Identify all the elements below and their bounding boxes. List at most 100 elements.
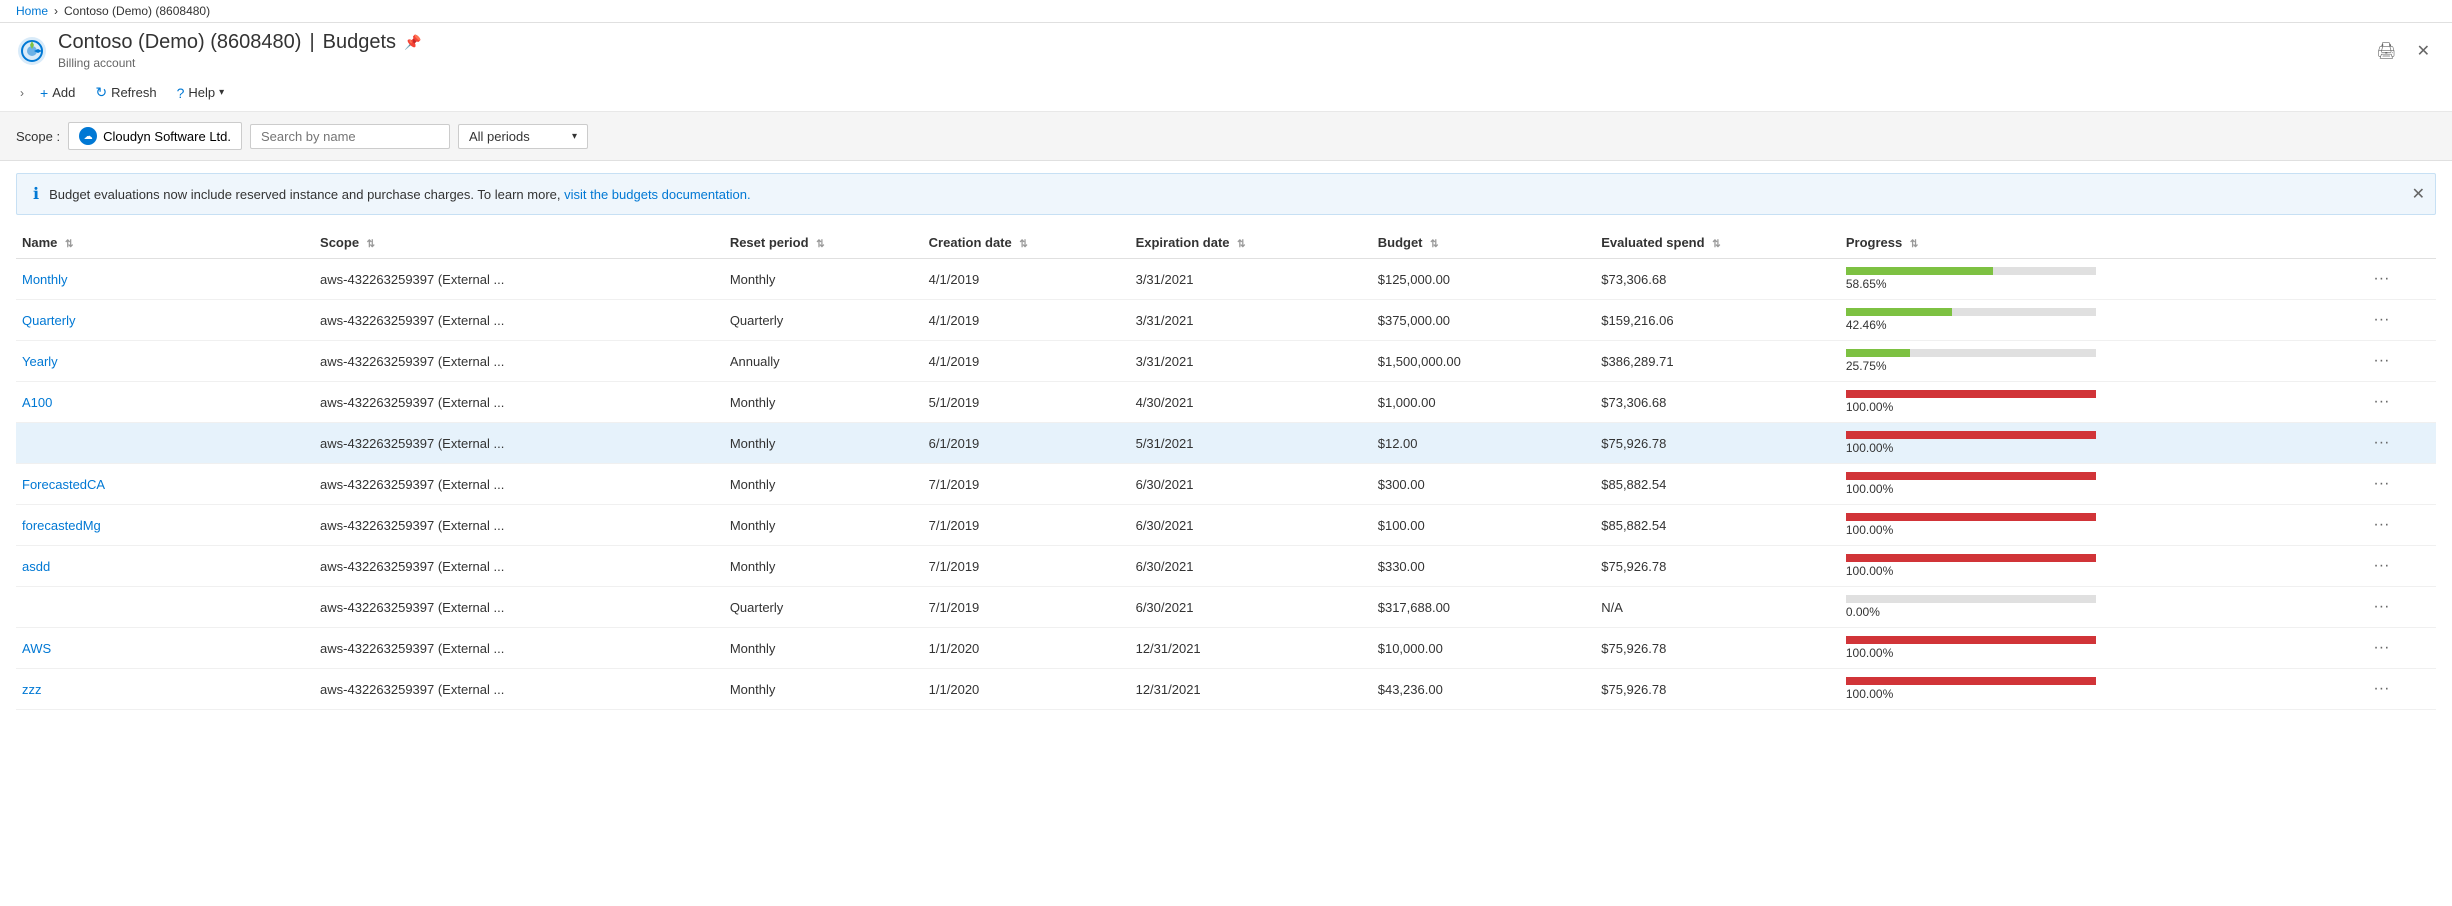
table-row[interactable]: zzz aws-432263259397 (External ... Month… (16, 669, 2436, 710)
table-row[interactable]: aws-432263259397 (External ... Monthly 6… (16, 423, 2436, 464)
cell-progress: 100.00% (1840, 669, 2362, 710)
scope-icon: ☁ (79, 127, 97, 145)
cell-creation: 6/1/2019 (923, 423, 1130, 464)
header-subtitle: Billing account (58, 56, 2370, 70)
col-header-scope[interactable]: Scope ⇅ (314, 227, 724, 259)
table-row[interactable]: forecastedMg aws-432263259397 (External … (16, 505, 2436, 546)
cell-progress: 100.00% (1840, 505, 2362, 546)
col-header-budget[interactable]: Budget ⇅ (1372, 227, 1596, 259)
budget-name-link[interactable]: asdd (22, 559, 50, 574)
more-options-button[interactable]: ··· (2367, 309, 2395, 331)
cell-expiry: 12/31/2021 (1130, 628, 1372, 669)
cell-actions: ··· (2361, 423, 2436, 464)
cell-progress: 100.00% (1840, 628, 2362, 669)
cell-creation: 5/1/2019 (923, 382, 1130, 423)
search-input[interactable] (250, 124, 450, 149)
col-header-expiry[interactable]: Expiration date ⇅ (1130, 227, 1372, 259)
table-row[interactable]: asdd aws-432263259397 (External ... Mont… (16, 546, 2436, 587)
cell-budget: $10,000.00 (1372, 628, 1596, 669)
filters-bar: Scope : ☁ Cloudyn Software Ltd. All peri… (0, 112, 2452, 161)
more-options-button[interactable]: ··· (2367, 473, 2395, 495)
scope-selector[interactable]: ☁ Cloudyn Software Ltd. (68, 122, 242, 150)
info-close-button[interactable]: ✕ (2412, 184, 2425, 204)
more-options-button[interactable]: ··· (2367, 555, 2395, 577)
pin-icon[interactable]: 📌 (404, 34, 421, 51)
cell-budget: $1,500,000.00 (1372, 341, 1596, 382)
collapse-button[interactable]: › (16, 82, 28, 104)
table-row[interactable]: Yearly aws-432263259397 (External ... An… (16, 341, 2436, 382)
cell-name: A100 (16, 382, 314, 423)
budget-name-link[interactable]: AWS (22, 641, 51, 656)
cell-scope: aws-432263259397 (External ... (314, 300, 724, 341)
period-dropdown[interactable]: All periods ▾ (458, 124, 588, 149)
cell-evaluated: $85,882.54 (1595, 505, 1840, 546)
progress-bar (1846, 431, 2096, 439)
refresh-icon: ↻ (95, 84, 107, 101)
cell-budget: $1,000.00 (1372, 382, 1596, 423)
more-options-button[interactable]: ··· (2367, 514, 2395, 536)
window-controls: 🖨 ✕ (2370, 37, 2436, 65)
budget-name-link[interactable]: ForecastedCA (22, 477, 105, 492)
cell-reset: Annually (724, 341, 923, 382)
budget-name-link[interactable]: Monthly (22, 272, 68, 287)
cell-actions: ··· (2361, 669, 2436, 710)
progress-label: 25.75% (1846, 359, 2356, 373)
budget-name-link[interactable]: Yearly (22, 354, 58, 369)
progress-cell: 100.00% (1846, 390, 2356, 414)
table-row[interactable]: aws-432263259397 (External ... Quarterly… (16, 587, 2436, 628)
more-options-button[interactable]: ··· (2367, 268, 2395, 290)
progress-label: 100.00% (1846, 441, 2356, 455)
cell-evaluated: $159,216.06 (1595, 300, 1840, 341)
progress-cell: 100.00% (1846, 636, 2356, 660)
cell-progress: 100.00% (1840, 423, 2362, 464)
col-header-creation[interactable]: Creation date ⇅ (923, 227, 1130, 259)
progress-cell: 58.65% (1846, 267, 2356, 291)
cell-scope: aws-432263259397 (External ... (314, 423, 724, 464)
print-button[interactable]: 🖨 (2370, 37, 2402, 65)
cell-name: zzz (16, 669, 314, 710)
cell-budget: $125,000.00 (1372, 259, 1596, 300)
progress-bar-container (1846, 513, 2096, 521)
budget-name-link[interactable]: forecastedMg (22, 518, 101, 533)
help-button[interactable]: ? Help ▾ (169, 81, 233, 105)
col-header-reset[interactable]: Reset period ⇅ (724, 227, 923, 259)
help-chevron-icon: ▾ (219, 87, 224, 98)
cell-creation: 7/1/2019 (923, 587, 1130, 628)
col-header-evaluated[interactable]: Evaluated spend ⇅ (1595, 227, 1840, 259)
table-row[interactable]: A100 aws-432263259397 (External ... Mont… (16, 382, 2436, 423)
breadcrumb-home[interactable]: Home (16, 4, 48, 18)
info-link[interactable]: visit the budgets documentation. (564, 187, 750, 202)
close-button[interactable]: ✕ (2411, 37, 2436, 65)
cell-name: AWS (16, 628, 314, 669)
more-options-button[interactable]: ··· (2367, 391, 2395, 413)
add-button[interactable]: + Add (32, 81, 83, 105)
progress-label: 58.65% (1846, 277, 2356, 291)
budget-name-link[interactable]: A100 (22, 395, 52, 410)
sort-progress-icon: ⇅ (1910, 239, 1918, 250)
budget-name-link[interactable]: Quarterly (22, 313, 75, 328)
table-row[interactable]: AWS aws-432263259397 (External ... Month… (16, 628, 2436, 669)
cell-budget: $43,236.00 (1372, 669, 1596, 710)
more-options-button[interactable]: ··· (2367, 678, 2395, 700)
more-options-button[interactable]: ··· (2367, 432, 2395, 454)
table-row[interactable]: ForecastedCA aws-432263259397 (External … (16, 464, 2436, 505)
progress-cell: 100.00% (1846, 431, 2356, 455)
more-options-button[interactable]: ··· (2367, 596, 2395, 618)
budget-name-link[interactable]: zzz (22, 682, 42, 697)
more-options-button[interactable]: ··· (2367, 350, 2395, 372)
table-row[interactable]: Quarterly aws-432263259397 (External ...… (16, 300, 2436, 341)
more-options-button[interactable]: ··· (2367, 637, 2395, 659)
refresh-button[interactable]: ↻ Refresh (87, 80, 164, 105)
progress-bar (1846, 554, 2096, 562)
cell-evaluated: $75,926.78 (1595, 628, 1840, 669)
cell-evaluated: $75,926.78 (1595, 423, 1840, 464)
cell-creation: 7/1/2019 (923, 546, 1130, 587)
col-header-name[interactable]: Name ⇅ (16, 227, 314, 259)
col-header-progress[interactable]: Progress ⇅ (1840, 227, 2362, 259)
progress-cell: 100.00% (1846, 513, 2356, 537)
cell-creation: 4/1/2019 (923, 341, 1130, 382)
progress-cell: 42.46% (1846, 308, 2356, 332)
progress-label: 100.00% (1846, 646, 2356, 660)
toolbar: › + Add ↻ Refresh ? Help ▾ (0, 74, 2452, 112)
table-row[interactable]: Monthly aws-432263259397 (External ... M… (16, 259, 2436, 300)
